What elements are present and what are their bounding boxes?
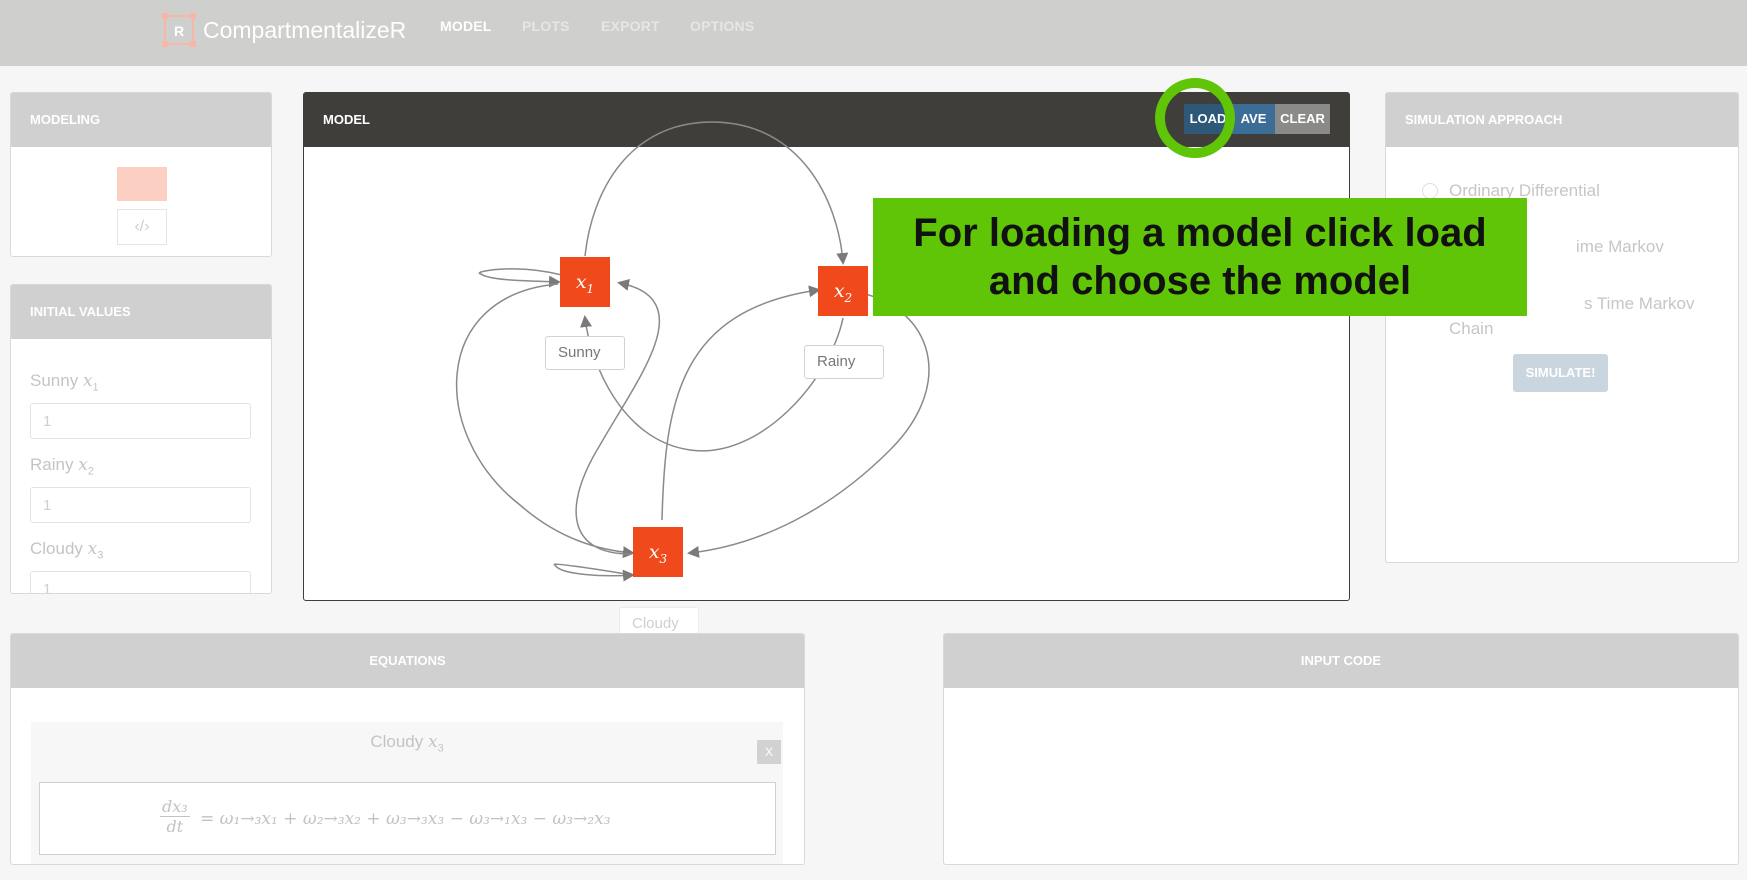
compartment-node-x3[interactable]: x3: [633, 527, 683, 577]
compartment-node-x1[interactable]: x1: [560, 257, 610, 307]
equations-panel: EQUATIONS Cloudy x3 X dx₃ dt = ω₁→₃x₁ + …: [10, 633, 805, 865]
edge-x1-self-loop[interactable]: [478, 268, 563, 288]
edge-x1-to-x3[interactable]: [455, 283, 635, 559]
simulation-approach-title: SIMULATION APPROACH: [1386, 93, 1738, 147]
edge-x3-to-x1[interactable]: [575, 279, 661, 555]
simulate-button[interactable]: SIMULATE!: [1513, 354, 1608, 392]
edge-x1-to-x2[interactable]: [584, 121, 849, 265]
edge-x3-self-loop[interactable]: [553, 563, 635, 582]
equation-formula-box: dx₃ dt = ω₁→₃x₁ + ω₂→₃x₂ + ω₃→₃x₃ − ω₃→₁…: [39, 782, 776, 855]
simulation-approach-panel: SIMULATION APPROACH: [1385, 92, 1739, 563]
compartment-node-x2[interactable]: x2: [818, 266, 868, 316]
highlight-ring: [1155, 78, 1235, 158]
radio-ordinary-differential[interactable]: [1422, 183, 1438, 199]
input-code-title: INPUT CODE: [944, 634, 1738, 688]
formula-rhs: = ω₁→₃x₁ + ω₂→₃x₂ + ω₃→₃x₃ − ω₃→₁x₃ − ω₃…: [200, 809, 611, 829]
equations-title: EQUATIONS: [11, 634, 804, 688]
option-continuous-time-markov-label: s Time Markov: [1584, 294, 1695, 313]
callout-line-1: For loading a model click load: [913, 211, 1487, 255]
formula-lhs: dx₃ dt: [160, 797, 190, 836]
option-discrete-time-markov-label: ime Markov: [1576, 237, 1664, 256]
option-continuous-time-markov-label-line2: Chain: [1449, 319, 1494, 338]
close-equation-button[interactable]: X: [757, 740, 781, 764]
node-label-rainy[interactable]: Rainy: [804, 345, 884, 379]
node-label-sunny[interactable]: Sunny: [545, 336, 625, 370]
instruction-callout: For loading a model click load and choose…: [873, 198, 1527, 316]
callout-line-2: and choose the model: [988, 259, 1412, 303]
equation-card: Cloudy x3 X dx₃ dt = ω₁→₃x₁ + ω₂→₃x₂ + ω…: [31, 722, 783, 864]
edge-x2-to-x3[interactable]: [687, 289, 930, 558]
input-code-panel: INPUT CODE: [943, 633, 1739, 865]
equation-card-title: Cloudy x3: [370, 732, 444, 755]
